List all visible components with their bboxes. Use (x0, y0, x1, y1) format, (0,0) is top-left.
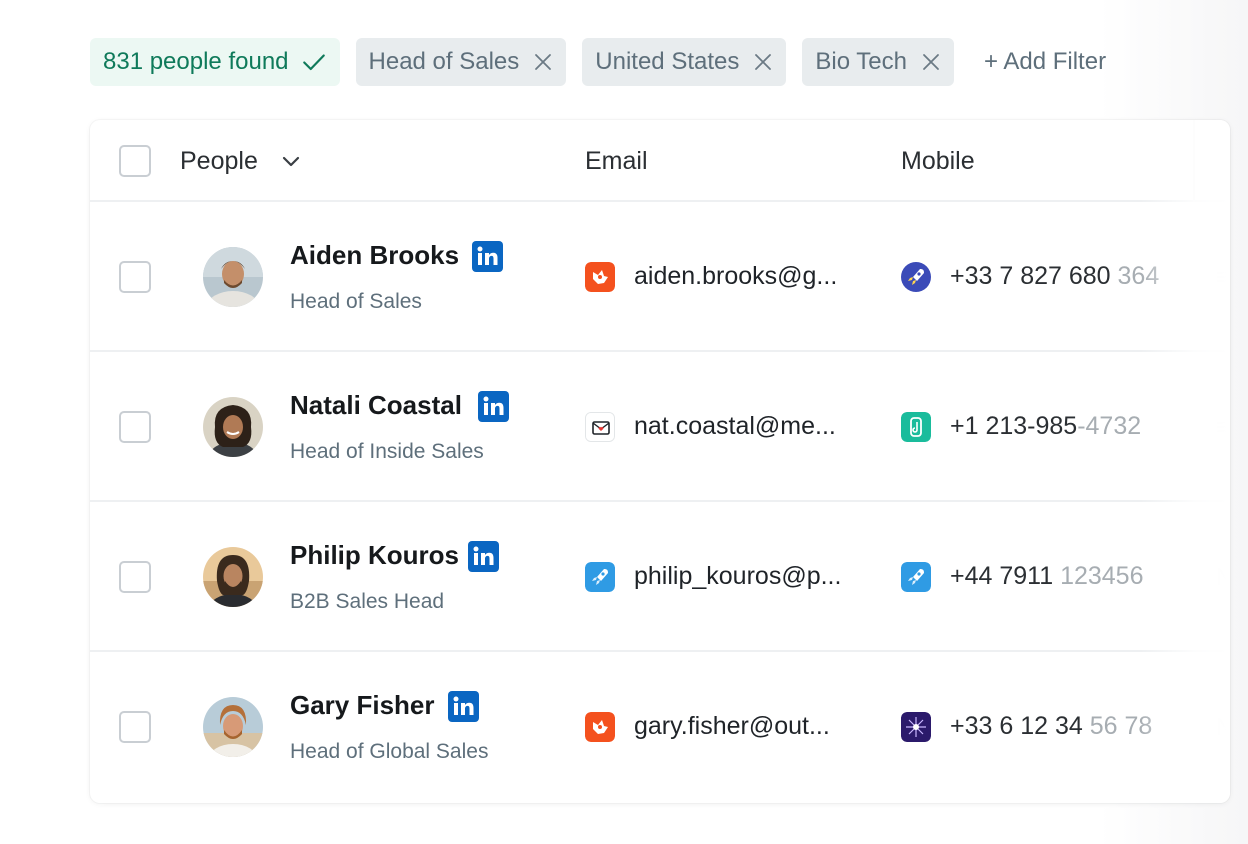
person-title: Head of Inside Sales (290, 440, 484, 463)
filter-chip-job-title[interactable]: Head of Sales (355, 38, 567, 86)
table-row[interactable]: Aiden Brooks Head of Sales aiden.brooks@… (90, 202, 1230, 352)
mobile-value[interactable]: +33 7 827 680 364 (950, 262, 1159, 291)
faded-column-text: N (1216, 564, 1230, 591)
mobile-visible: +1 213-985 (950, 412, 1078, 440)
row-checkbox[interactable] (119, 411, 151, 443)
mobile-masked: 56 78 (1082, 712, 1153, 740)
column-email-label: Email (585, 146, 648, 175)
column-email: Email (585, 120, 648, 202)
mobile-masked: -4732 (1077, 412, 1142, 440)
person-title: Head of Global Sales (290, 740, 489, 763)
chevron-down-icon[interactable] (280, 150, 302, 172)
person-name[interactable]: Aiden Brooks (290, 240, 459, 271)
faded-column-text: ≡ (1216, 414, 1230, 441)
filter-chip-label: Head of Sales (368, 48, 520, 75)
blue-rocket-icon (901, 562, 931, 592)
person-title: Head of Sales (290, 290, 422, 313)
mobile-visible: +33 6 12 34 (950, 712, 1083, 740)
check-icon (302, 54, 325, 71)
avatar (203, 697, 263, 757)
avatar (203, 547, 263, 607)
row-checkbox[interactable] (119, 711, 151, 743)
column-people-label: People (180, 146, 258, 175)
add-filter-button[interactable]: + Add Filter (984, 48, 1106, 76)
mobile-visible: +44 7911 (950, 562, 1054, 590)
email-value[interactable]: philip_kouros@p... (634, 562, 856, 591)
faded-column-text: ≡ (1216, 264, 1230, 291)
close-icon[interactable] (753, 52, 773, 72)
rocket-round-icon (901, 262, 931, 292)
avatar (203, 247, 263, 307)
orange-fox-icon (585, 712, 615, 742)
mobile-masked: 123456 (1053, 562, 1144, 590)
mobile-visible: +33 7 827 680 (950, 262, 1111, 290)
mobile-value[interactable]: +1 213-985-4732 (950, 412, 1141, 441)
table-row[interactable]: Natali Coastal Head of Inside Sales nat.… (90, 352, 1230, 502)
person-name[interactable]: Gary Fisher (290, 690, 435, 721)
mobile-masked: 364 (1110, 262, 1160, 290)
blue-rocket-icon (585, 562, 615, 592)
filter-bar: 831 people found Head of Sales United St… (90, 38, 1106, 86)
faded-column-text: N (1216, 714, 1230, 741)
envelope-heart-icon (585, 412, 615, 442)
green-phone-icon (901, 412, 931, 442)
filter-chip-label: Bio Tech (815, 48, 907, 75)
column-mobile: Mobile (901, 120, 975, 202)
close-icon[interactable] (533, 52, 553, 72)
table-row[interactable]: Philip Kouros B2B Sales Head philip_kour… (90, 502, 1230, 652)
results-count-badge: 831 people found (90, 38, 340, 86)
mobile-value[interactable]: +33 6 12 34 56 78 (950, 712, 1152, 741)
filter-chip-label: United States (595, 48, 740, 75)
column-people[interactable]: People (180, 120, 302, 202)
mobile-value[interactable]: +44 7911 123456 (950, 562, 1144, 591)
email-value[interactable]: nat.coastal@me... (634, 412, 856, 441)
column-divider (1193, 120, 1195, 202)
filter-chip-industry[interactable]: Bio Tech (802, 38, 954, 86)
person-title: B2B Sales Head (290, 590, 445, 613)
email-value[interactable]: gary.fisher@out... (634, 712, 856, 741)
people-search-view: 831 people found Head of Sales United St… (0, 0, 1248, 844)
person-name[interactable]: Natali Coastal (290, 390, 462, 421)
linkedin-icon[interactable] (472, 241, 503, 272)
row-checkbox[interactable] (119, 261, 151, 293)
column-mobile-label: Mobile (901, 146, 975, 175)
close-icon[interactable] (921, 52, 941, 72)
results-count-label: 831 people found (103, 48, 289, 75)
table-row[interactable]: Gary Fisher Head of Global Sales gary.fi… (90, 652, 1230, 802)
orange-fox-icon (585, 262, 615, 292)
table-header: People Email Mobile (90, 120, 1230, 202)
select-all-checkbox[interactable] (119, 145, 151, 177)
row-checkbox[interactable] (119, 561, 151, 593)
avatar (203, 397, 263, 457)
linkedin-icon[interactable] (468, 541, 499, 572)
linkedin-icon[interactable] (448, 691, 479, 722)
purple-sparkle-icon (901, 712, 931, 742)
person-name[interactable]: Philip Kouros (290, 540, 459, 571)
email-value[interactable]: aiden.brooks@g... (634, 262, 856, 291)
linkedin-icon[interactable] (478, 391, 509, 422)
people-table: People Email Mobile Aiden Brooks Head of… (90, 120, 1230, 803)
filter-chip-location[interactable]: United States (582, 38, 787, 86)
